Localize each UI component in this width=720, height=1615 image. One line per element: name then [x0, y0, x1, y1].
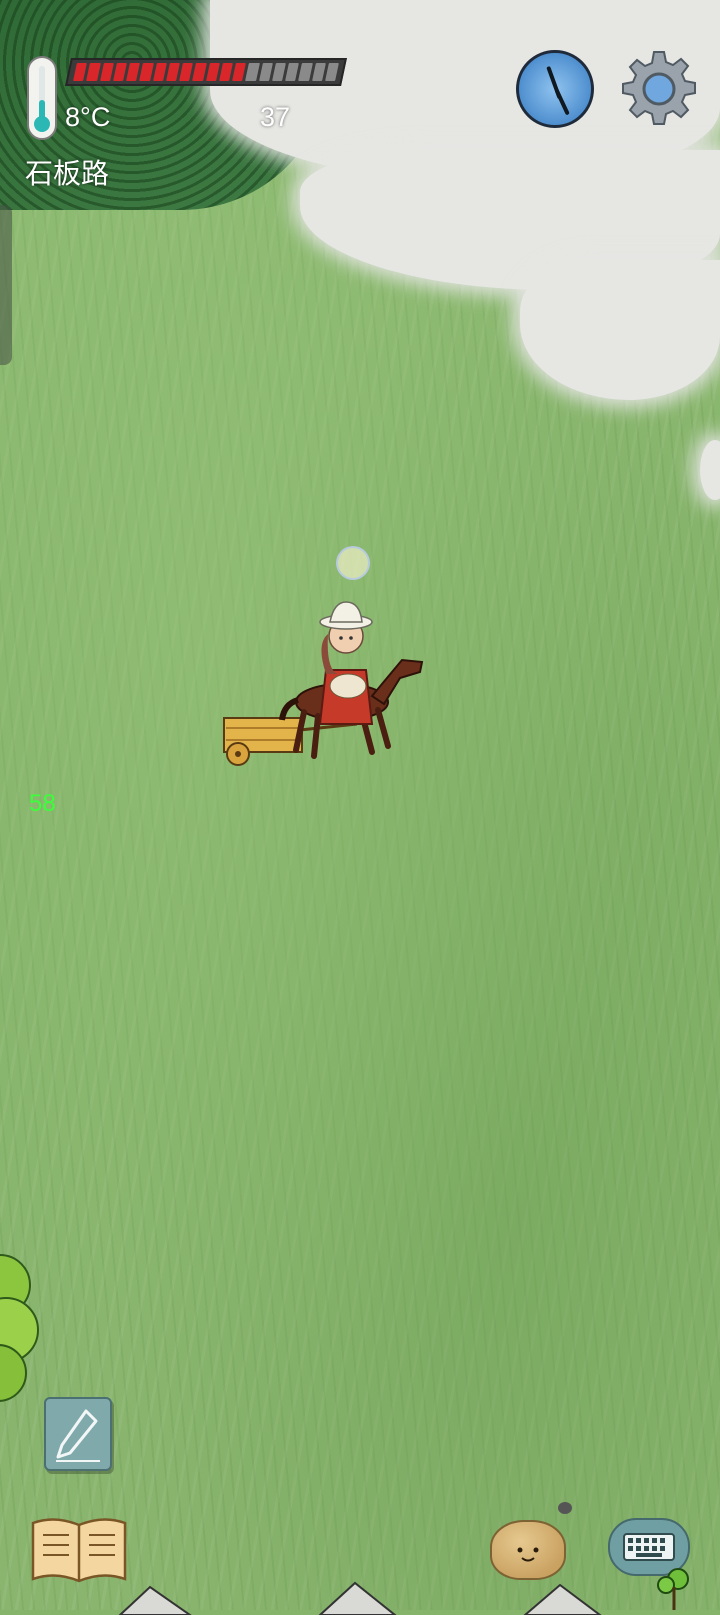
food-pip	[258, 63, 273, 81]
food-pip	[271, 63, 286, 81]
age-label: 37	[260, 102, 291, 132]
food-pip	[192, 63, 207, 81]
pencil-icon	[56, 1409, 100, 1462]
temperature-label: 8°C	[65, 102, 111, 132]
food-pip	[99, 63, 114, 81]
pencil-button[interactable]	[44, 1397, 112, 1471]
food-pip	[285, 63, 300, 81]
snow-terrain	[520, 260, 720, 400]
fps-counter: 58	[29, 790, 56, 817]
side-drawer-tab[interactable]	[0, 205, 12, 365]
stone-path-tiles	[118, 1581, 602, 1615]
location-label: 石板路	[25, 157, 110, 190]
food-pip	[86, 63, 101, 81]
sapling-plant	[657, 1568, 689, 1610]
food-pip	[152, 63, 167, 81]
food-pip	[165, 63, 180, 81]
indicator-bubble	[336, 546, 370, 580]
emote-icon	[517, 1547, 539, 1562]
food-meter	[65, 58, 347, 86]
food-pip	[179, 63, 194, 81]
food-pip	[232, 63, 247, 81]
bush-tree	[0, 1254, 39, 1402]
player-on-horse-with-cart[interactable]	[222, 600, 432, 790]
snow-terrain	[700, 440, 720, 500]
food-pip	[205, 63, 220, 81]
food-pip	[324, 63, 339, 81]
food-pip	[139, 63, 154, 81]
pebble	[558, 1502, 572, 1514]
emote-button[interactable]	[490, 1520, 566, 1580]
compass-icon[interactable]	[516, 50, 594, 128]
food-pip	[218, 63, 233, 81]
food-pip	[112, 63, 127, 81]
food-pip	[311, 63, 326, 81]
gear-icon[interactable]	[618, 48, 700, 130]
food-pip	[73, 63, 88, 81]
food-pip	[126, 63, 141, 81]
game-world[interactable]	[0, 0, 720, 1610]
food-pip	[298, 63, 313, 81]
thermometer-icon	[27, 56, 57, 140]
food-pip	[245, 63, 260, 81]
